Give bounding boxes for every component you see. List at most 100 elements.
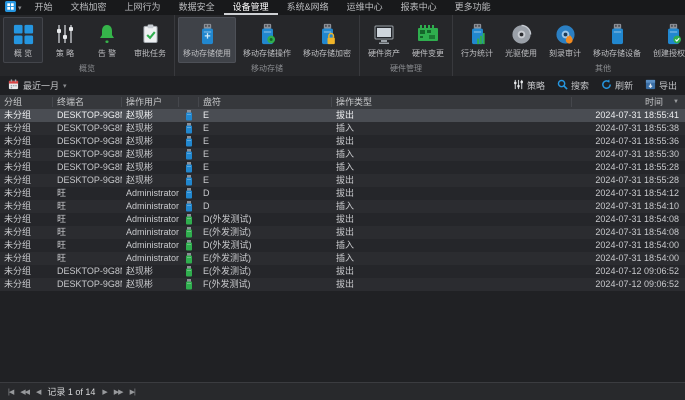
pager-next-fast-button[interactable]: ▶▶ bbox=[114, 388, 123, 396]
drive-blue-icon bbox=[179, 148, 199, 161]
menu-item-8[interactable]: 更多功能 bbox=[446, 0, 500, 15]
drive-blue-icon bbox=[179, 161, 199, 174]
ribbon-item-policy-sliders-large[interactable]: 策 略 bbox=[45, 17, 85, 63]
usb-device-icon bbox=[610, 20, 625, 48]
column-header-4[interactable]: 盘符 bbox=[199, 97, 332, 107]
cell-action: 拔出 bbox=[332, 135, 572, 148]
table-row[interactable]: 未分组DESKTOP-9G8NAB0赵现彬F(外发测试)拔出2024-07-12… bbox=[0, 278, 685, 291]
drive-green-icon bbox=[179, 265, 199, 278]
table-row[interactable]: 未分组DESKTOP-9G8NAB0赵现彬E(外发测试)拔出2024-07-12… bbox=[0, 265, 685, 278]
ribbon-item-usb-encrypt[interactable]: 移动存储加密 bbox=[298, 17, 356, 63]
cell-terminal: 旺 bbox=[53, 252, 122, 265]
cell-user: 赵现彬 bbox=[122, 122, 179, 135]
pager-first-button[interactable]: |◀ bbox=[8, 388, 13, 396]
cell-time: 2024-07-31 18:54:08 bbox=[572, 226, 685, 239]
cell-terminal: DESKTOP-9G8NAB0 bbox=[53, 174, 122, 187]
table-row[interactable]: 未分组旺AdministratorE(外发测试)插入2024-07-31 18:… bbox=[0, 252, 685, 265]
ribbon-group-items-1: 移动存储使用移动存储操作移动存储加密 bbox=[178, 17, 356, 63]
column-header-5[interactable]: 操作类型 bbox=[332, 97, 572, 107]
menu-item-0[interactable]: 开始 bbox=[26, 0, 62, 15]
cell-terminal: DESKTOP-9G8NAB0 bbox=[53, 122, 122, 135]
app-logo-icon[interactable]: ▾ bbox=[5, 1, 22, 14]
column-header-3[interactable] bbox=[179, 97, 199, 107]
pager-last-button[interactable]: ▶| bbox=[130, 388, 135, 396]
menu-item-2[interactable]: 上网行为 bbox=[116, 0, 170, 15]
drive-green-icon bbox=[179, 252, 199, 265]
cell-user: 赵现彬 bbox=[122, 174, 179, 187]
ribbon-item-overview-grid[interactable]: 概 览 bbox=[3, 17, 43, 63]
ribbon-item-hardware-board[interactable]: 硬件变更 bbox=[407, 17, 449, 63]
table-row[interactable]: 未分组DESKTOP-9G8NAB0赵现彬E拔出2024-07-31 18:55… bbox=[0, 109, 685, 122]
date-range-caret-icon: ▾ bbox=[63, 82, 67, 90]
cell-action: 插入 bbox=[332, 252, 572, 265]
cell-user: 赵现彬 bbox=[122, 161, 179, 174]
table-row[interactable]: 未分组DESKTOP-9G8NAB0赵现彬E拔出2024-07-31 18:55… bbox=[0, 174, 685, 187]
ribbon-item-usb-operate[interactable]: 移动存储操作 bbox=[238, 17, 296, 63]
ribbon-item-hardware-monitor[interactable]: 硬件资产 bbox=[363, 17, 405, 63]
column-header-0[interactable]: 分组 bbox=[0, 97, 53, 107]
sort-desc-icon[interactable]: ▼ bbox=[673, 97, 679, 107]
ribbon-item-label: 光驱使用 bbox=[505, 48, 537, 59]
toolbar-action-label: 刷新 bbox=[615, 79, 633, 92]
date-range-filter[interactable]: 最近一月 ▾ bbox=[8, 79, 67, 92]
usb-use-icon bbox=[200, 20, 215, 48]
menu-item-6[interactable]: 运维中心 bbox=[338, 0, 392, 15]
calendar-icon bbox=[8, 79, 19, 92]
ribbon-item-usb-use[interactable]: 移动存储使用 bbox=[178, 17, 236, 63]
drive-blue-icon bbox=[179, 135, 199, 148]
cell-time: 2024-07-12 09:06:52 bbox=[572, 265, 685, 278]
ribbon-item-approval-clipboard[interactable]: 审批任务 bbox=[129, 17, 171, 63]
pager-prev-button[interactable]: ◀ bbox=[36, 388, 40, 396]
ribbon-item-burn-audit[interactable]: 刻录审计 bbox=[544, 17, 586, 63]
table-row[interactable]: 未分组旺AdministratorE(外发测试)拔出2024-07-31 18:… bbox=[0, 226, 685, 239]
ribbon-item-label: 移动存储操作 bbox=[243, 48, 291, 59]
ribbon-item-label: 告 警 bbox=[98, 48, 116, 59]
ribbon-group-name: 其他 bbox=[456, 63, 685, 76]
table-row[interactable]: 未分组旺AdministratorD插入2024-07-31 18:54:10 bbox=[0, 200, 685, 213]
approval-clipboard-icon bbox=[141, 20, 160, 48]
column-header-1[interactable]: 终端名 bbox=[53, 97, 122, 107]
ribbon-item-usb-stats[interactable]: 行为统计 bbox=[456, 17, 498, 63]
pager-prev-fast-button[interactable]: ◀◀ bbox=[20, 388, 29, 396]
ribbon-item-usb-device[interactable]: 移动存储设备 bbox=[588, 17, 646, 63]
table-row[interactable]: 未分组旺AdministratorD拔出2024-07-31 18:54:12 bbox=[0, 187, 685, 200]
ribbon-group-name: 移动存储 bbox=[178, 63, 356, 76]
drive-blue-icon bbox=[179, 109, 199, 122]
cell-time: 2024-07-31 18:55:28 bbox=[572, 161, 685, 174]
column-header-time[interactable]: 时间▼ bbox=[572, 97, 685, 107]
ribbon-item-usb-authorize[interactable]: 创建授权盘 bbox=[648, 17, 685, 63]
column-header-2[interactable]: 操作用户 bbox=[122, 97, 179, 107]
drive-green-icon bbox=[179, 226, 199, 239]
ribbon-item-label: 移动存储设备 bbox=[593, 48, 641, 59]
drive-blue-icon bbox=[179, 174, 199, 187]
policy-sliders-button[interactable]: 策略 bbox=[513, 79, 545, 92]
export-button[interactable]: 导出 bbox=[645, 79, 677, 92]
toolbar-action-label: 策略 bbox=[527, 79, 545, 92]
cell-drive: E bbox=[199, 109, 332, 122]
table-row[interactable]: 未分组DESKTOP-9G8NAB0赵现彬E拔出2024-07-31 18:55… bbox=[0, 135, 685, 148]
menu-item-4[interactable]: 设备管理 bbox=[224, 0, 278, 15]
cell-action: 拔出 bbox=[332, 187, 572, 200]
ribbon-group-items-0: 概 览策 略告 警 审批任务 bbox=[3, 17, 171, 63]
table-row[interactable]: 未分组DESKTOP-9G8NAB0赵现彬E插入2024-07-31 18:55… bbox=[0, 161, 685, 174]
menu-item-3[interactable]: 数据安全 bbox=[170, 0, 224, 15]
search-button[interactable]: 搜索 bbox=[557, 79, 589, 92]
pager-next-button[interactable]: ▶ bbox=[102, 388, 106, 396]
table-row[interactable]: 未分组旺AdministratorD(外发测试)拔出2024-07-31 18:… bbox=[0, 213, 685, 226]
menu-item-7[interactable]: 报表中心 bbox=[392, 0, 446, 15]
menu-item-5[interactable]: 系统&网络 bbox=[278, 0, 338, 15]
refresh-button[interactable]: 刷新 bbox=[601, 79, 633, 92]
cell-group: 未分组 bbox=[0, 135, 53, 148]
table-header: 分组终端名操作用户 盘符操作类型时间▼ bbox=[0, 95, 685, 109]
table-row[interactable]: 未分组旺AdministratorD(外发测试)插入2024-07-31 18:… bbox=[0, 239, 685, 252]
ribbon-group-name: 硬件管理 bbox=[363, 63, 449, 76]
table-row[interactable]: 未分组DESKTOP-9G8NAB0赵现彬E插入2024-07-31 18:55… bbox=[0, 148, 685, 161]
table-row[interactable]: 未分组DESKTOP-9G8NAB0赵现彬E插入2024-07-31 18:55… bbox=[0, 122, 685, 135]
menu-item-1[interactable]: 文档加密 bbox=[62, 0, 116, 15]
drive-blue-icon bbox=[179, 200, 199, 213]
ribbon-item-optical-disc[interactable]: 光驱使用 bbox=[500, 17, 542, 63]
cell-terminal: DESKTOP-9G8NAB0 bbox=[53, 148, 122, 161]
cell-action: 插入 bbox=[332, 161, 572, 174]
ribbon-item-alert-bell[interactable]: 告 警 bbox=[87, 17, 127, 63]
cell-time: 2024-07-31 18:54:00 bbox=[572, 239, 685, 252]
